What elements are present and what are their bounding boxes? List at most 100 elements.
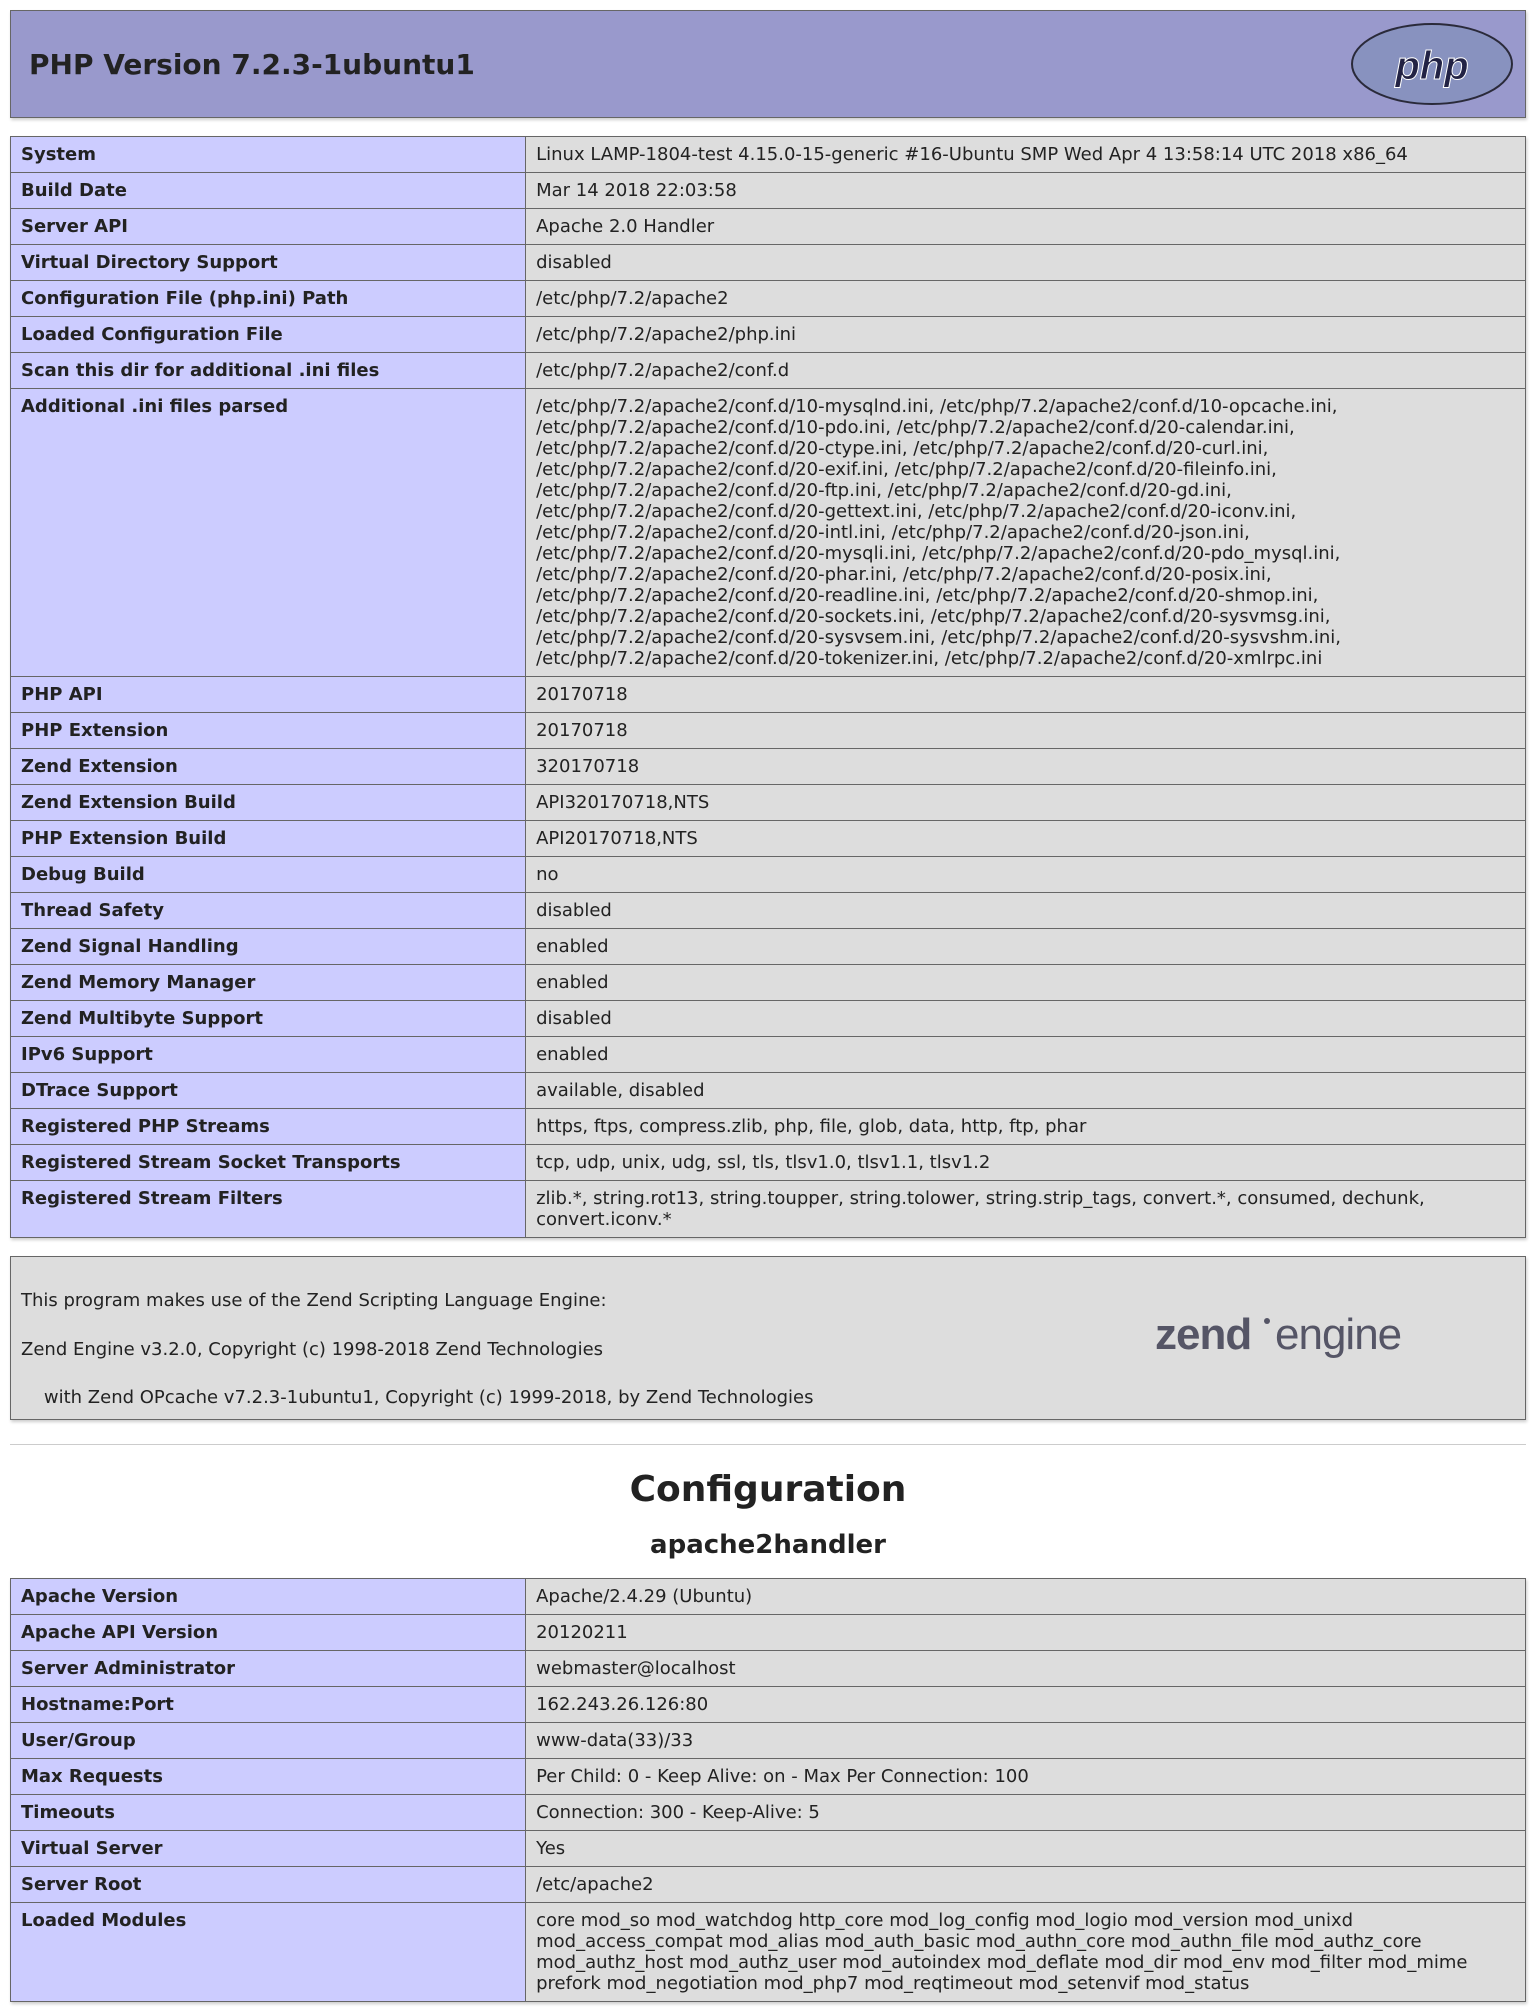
- apache_table-label: Server Root: [11, 1866, 526, 1902]
- table-row: Zend Memory Managerenabled: [11, 965, 1526, 1001]
- table-row: PHP Extension20170718: [11, 713, 1526, 749]
- main_table-value: API20170718,NTS: [526, 821, 1526, 857]
- header: PHP Version 7.2.3-1ubuntu1 php: [10, 10, 1526, 118]
- zend-line2: Zend Engine v3.2.0, Copyright (c) 1998-2…: [21, 1339, 603, 1360]
- apache_table-value: Connection: 300 - Keep-Alive: 5: [526, 1794, 1526, 1830]
- main_table-value: https, ftps, compress.zlib, php, file, g…: [526, 1109, 1526, 1145]
- main_table-value: Linux LAMP-1804-test 4.15.0-15-generic #…: [526, 137, 1526, 173]
- apache_table-label: Virtual Server: [11, 1830, 526, 1866]
- table-row: Zend Signal Handlingenabled: [11, 929, 1526, 965]
- table-row: Apache VersionApache/2.4.29 (Ubuntu): [11, 1578, 1526, 1614]
- main_table-label: Virtual Directory Support: [11, 245, 526, 281]
- apache_table-label: Apache Version: [11, 1578, 526, 1614]
- apache_table-label: Hostname:Port: [11, 1686, 526, 1722]
- main_table-label: Configuration File (php.ini) Path: [11, 281, 526, 317]
- apache_table-label: User/Group: [11, 1722, 526, 1758]
- main-info-table: SystemLinux LAMP-1804-test 4.15.0-15-gen…: [10, 136, 1526, 1238]
- apache_table-value: core mod_so mod_watchdog http_core mod_l…: [526, 1902, 1526, 2001]
- main_table-value: 20170718: [526, 713, 1526, 749]
- table-row: DTrace Supportavailable, disabled: [11, 1073, 1526, 1109]
- table-row: Virtual ServerYes: [11, 1830, 1526, 1866]
- main_table-label: PHP API: [11, 677, 526, 713]
- apache_table-label: Server Administrator: [11, 1650, 526, 1686]
- svg-text:zend: zend: [1155, 1310, 1251, 1359]
- apache_table-label: Timeouts: [11, 1794, 526, 1830]
- main_table-label: Additional .ini files parsed: [11, 389, 526, 677]
- main_table-label: Registered Stream Filters: [11, 1181, 526, 1238]
- main_table-value: disabled: [526, 893, 1526, 929]
- main_table-label: PHP Extension: [11, 713, 526, 749]
- apache_table-value: Yes: [526, 1830, 1526, 1866]
- table-row: Configuration File (php.ini) Path/etc/ph…: [11, 281, 1526, 317]
- table-row: Virtual Directory Supportdisabled: [11, 245, 1526, 281]
- main_table-label: Debug Build: [11, 857, 526, 893]
- table-row: Registered Stream Socket Transportstcp, …: [11, 1145, 1526, 1181]
- table-row: Zend Multibyte Supportdisabled: [11, 1001, 1526, 1037]
- main_table-label: Zend Multibyte Support: [11, 1001, 526, 1037]
- apache_table-label: Loaded Modules: [11, 1902, 526, 2001]
- table-row: Hostname:Port162.243.26.126:80: [11, 1686, 1526, 1722]
- table-row: Scan this dir for additional .ini files/…: [11, 353, 1526, 389]
- main_table-label: DTrace Support: [11, 1073, 526, 1109]
- main_table-label: Thread Safety: [11, 893, 526, 929]
- table-row: Server APIApache 2.0 Handler: [11, 209, 1526, 245]
- apache_table-label: Apache API Version: [11, 1614, 526, 1650]
- apache_table-label: Max Requests: [11, 1758, 526, 1794]
- apache_table-value: webmaster@localhost: [526, 1650, 1526, 1686]
- main_table-value: Apache 2.0 Handler: [526, 209, 1526, 245]
- apache_table-value: /etc/apache2: [526, 1866, 1526, 1902]
- main_table-value: zlib.*, string.rot13, string.toupper, st…: [526, 1181, 1526, 1238]
- main_table-value: Mar 14 2018 22:03:58: [526, 173, 1526, 209]
- main_table-value: enabled: [526, 1037, 1526, 1073]
- apache-info-table: Apache VersionApache/2.4.29 (Ubuntu)Apac…: [10, 1578, 1526, 2002]
- main_table-label: Zend Extension Build: [11, 785, 526, 821]
- table-row: Registered Stream Filterszlib.*, string.…: [11, 1181, 1526, 1238]
- zend-engine-logo-icon: zend engine: [1155, 1307, 1515, 1368]
- main_table-label: Scan this dir for additional .ini files: [11, 353, 526, 389]
- apache_table-value: www-data(33)/33: [526, 1722, 1526, 1758]
- main_table-value: /etc/php/7.2/apache2/conf.d/10-mysqlnd.i…: [526, 389, 1526, 677]
- table-row: Build DateMar 14 2018 22:03:58: [11, 173, 1526, 209]
- zend-box: This program makes use of the Zend Scrip…: [10, 1256, 1526, 1420]
- table-row: Zend Extension BuildAPI320170718,NTS: [11, 785, 1526, 821]
- main_table-label: Zend Signal Handling: [11, 929, 526, 965]
- table-row: Registered PHP Streamshttps, ftps, compr…: [11, 1109, 1526, 1145]
- main_table-label: Server API: [11, 209, 526, 245]
- main_table-label: Zend Extension: [11, 749, 526, 785]
- zend-line1: This program makes use of the Zend Scrip…: [21, 1290, 607, 1311]
- main_table-value: tcp, udp, unix, udg, ssl, tls, tlsv1.0, …: [526, 1145, 1526, 1181]
- main_table-value: /etc/php/7.2/apache2/php.ini: [526, 317, 1526, 353]
- main_table-value: /etc/php/7.2/apache2: [526, 281, 1526, 317]
- table-row: TimeoutsConnection: 300 - Keep-Alive: 5: [11, 1794, 1526, 1830]
- zend-credits: This program makes use of the Zend Scrip…: [21, 1265, 814, 1411]
- main_table-label: Loaded Configuration File: [11, 317, 526, 353]
- main_table-value: 320170718: [526, 749, 1526, 785]
- main_table-value: API320170718,NTS: [526, 785, 1526, 821]
- table-row: SystemLinux LAMP-1804-test 4.15.0-15-gen…: [11, 137, 1526, 173]
- table-row: Thread Safetydisabled: [11, 893, 1526, 929]
- page-title: PHP Version 7.2.3-1ubuntu1: [21, 48, 475, 81]
- main_table-value: no: [526, 857, 1526, 893]
- table-row: Loaded Modulescore mod_so mod_watchdog h…: [11, 1902, 1526, 2001]
- main_table-value: disabled: [526, 1001, 1526, 1037]
- table-row: Additional .ini files parsed/etc/php/7.2…: [11, 389, 1526, 677]
- main_table-label: PHP Extension Build: [11, 821, 526, 857]
- apache_table-value: Apache/2.4.29 (Ubuntu): [526, 1578, 1526, 1614]
- table-row: PHP Extension BuildAPI20170718,NTS: [11, 821, 1526, 857]
- php-logo-icon: php: [1349, 21, 1515, 107]
- table-row: Server Administratorwebmaster@localhost: [11, 1650, 1526, 1686]
- main_table-label: System: [11, 137, 526, 173]
- main_table-label: Zend Memory Manager: [11, 965, 526, 1001]
- divider: [10, 1444, 1526, 1445]
- apache_table-value: 20120211: [526, 1614, 1526, 1650]
- main_table-label: Registered PHP Streams: [11, 1109, 526, 1145]
- configuration-heading: Configuration: [10, 1469, 1526, 1510]
- apache2handler-heading: apache2handler: [10, 1530, 1526, 1560]
- table-row: IPv6 Supportenabled: [11, 1037, 1526, 1073]
- table-row: Debug Buildno: [11, 857, 1526, 893]
- table-row: Max RequestsPer Child: 0 - Keep Alive: o…: [11, 1758, 1526, 1794]
- zend-line3: with Zend OPcache v7.2.3-1ubuntu1, Copyr…: [21, 1387, 814, 1408]
- main_table-value: enabled: [526, 965, 1526, 1001]
- main_table-value: enabled: [526, 929, 1526, 965]
- table-row: PHP API20170718: [11, 677, 1526, 713]
